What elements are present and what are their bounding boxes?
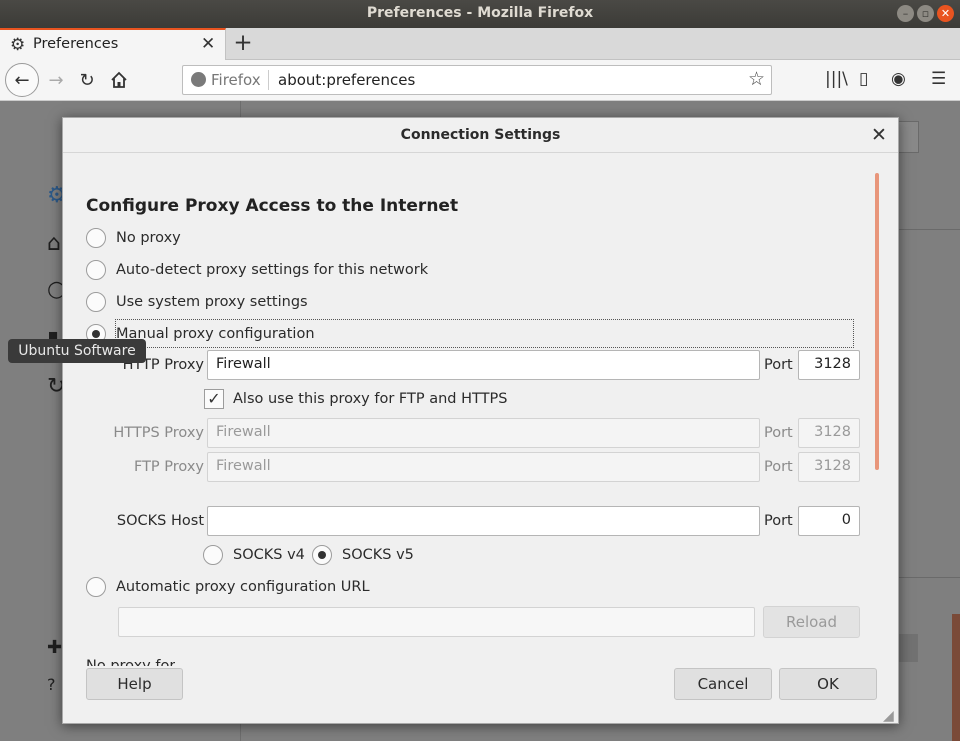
ftp-port-label: Port	[764, 459, 793, 475]
radio-label: Auto-detect proxy settings for this netw…	[116, 262, 429, 278]
socks-port-label: Port	[764, 513, 793, 529]
window-title: Preferences - Mozilla Firefox	[366, 5, 594, 21]
sidebar-icon[interactable]: ▯	[859, 69, 868, 89]
home-icon	[111, 71, 127, 88]
ftp-proxy-input[interactable]: Firewall	[207, 452, 760, 482]
socks-port-input[interactable]: 0	[798, 506, 860, 536]
radio-label: Automatic proxy configuration URL	[116, 579, 370, 595]
radio-button-selected[interactable]	[312, 545, 332, 565]
window-titlebar: Preferences - Mozilla Firefox – ▫ ✕	[0, 0, 960, 28]
extensions-icon: ✚	[47, 637, 63, 658]
radio-button[interactable]	[203, 545, 223, 565]
pac-url-input[interactable]	[118, 607, 755, 637]
new-tab-button[interactable]: +	[231, 29, 255, 57]
forward-button[interactable]: →	[40, 64, 72, 96]
tab-preferences[interactable]: ⚙ Preferences ✕	[0, 28, 226, 60]
http-proxy-input[interactable]: Firewall	[207, 350, 760, 380]
library-icon[interactable]: |||\	[825, 69, 848, 89]
https-proxy-label: HTTPS Proxy	[113, 425, 204, 441]
maximize-button[interactable]: ▫	[917, 5, 934, 22]
socks-host-input[interactable]	[207, 506, 760, 536]
tab-label: Preferences	[33, 36, 119, 52]
backdrop-block	[898, 634, 918, 662]
scrollbar-thumb[interactable]	[875, 173, 879, 470]
radio-label: Manual proxy configuration	[116, 326, 315, 342]
resize-grip-icon[interactable]: ◢	[883, 708, 894, 724]
https-proxy-input[interactable]: Firewall	[207, 418, 760, 448]
radio-auto-detect[interactable]: Auto-detect proxy settings for this netw…	[86, 259, 428, 281]
radio-no-proxy[interactable]: No proxy	[86, 227, 181, 249]
radio-button[interactable]	[86, 228, 106, 248]
minimize-button[interactable]: –	[897, 5, 914, 22]
checkmark-icon: ✓	[207, 389, 221, 408]
https-port-input[interactable]: 3128	[798, 418, 860, 448]
socks-host-label: SOCKS Host	[116, 513, 204, 529]
reload-icon: ↻	[79, 69, 95, 91]
http-port-label: Port	[764, 357, 793, 373]
ok-button[interactable]: OK	[779, 668, 877, 700]
ftp-port-input[interactable]: 3128	[798, 452, 860, 482]
back-button[interactable]: ←	[5, 63, 39, 97]
reload-button[interactable]: ↻	[71, 64, 103, 96]
help-button[interactable]: Help	[86, 668, 183, 700]
gear-icon: ⚙	[10, 35, 26, 55]
home-button[interactable]	[103, 64, 135, 96]
dialog-title: Connection Settings	[400, 127, 561, 143]
also-use-proxy-checkbox[interactable]: ✓	[204, 389, 224, 409]
close-window-button[interactable]: ✕	[937, 5, 954, 22]
tab-close-icon[interactable]: ✕	[201, 34, 215, 54]
tooltip: Ubuntu Software	[8, 339, 146, 363]
radio-label: Use system proxy settings	[116, 294, 308, 310]
radio-label: SOCKS v4	[233, 547, 305, 563]
navigation-toolbar: ← → ↻ Firefox about:preferences ☆ |||\ ▯…	[0, 60, 960, 101]
connection-settings-dialog: Connection Settings ✕ Configure Proxy Ac…	[62, 117, 899, 724]
home-icon: ⌂	[47, 231, 61, 256]
close-icon: ✕	[940, 7, 951, 20]
bookmark-star-icon[interactable]: ☆	[748, 68, 765, 90]
dialog-header: Connection Settings ✕	[63, 118, 898, 153]
plus-icon: +	[233, 30, 253, 56]
divider	[898, 229, 960, 230]
ftp-proxy-label: FTP Proxy	[133, 459, 204, 475]
reload-pac-button[interactable]: Reload	[763, 606, 860, 638]
radio-label: No proxy	[116, 230, 181, 246]
menu-icon[interactable]: ☰	[931, 69, 946, 89]
minimize-icon: –	[902, 7, 909, 20]
dialog-close-icon[interactable]: ✕	[871, 124, 887, 146]
arrow-right-icon: →	[48, 69, 64, 91]
url-separator	[268, 70, 269, 90]
radio-socks-v5[interactable]: SOCKS v5	[312, 544, 414, 566]
radio-socks-v4[interactable]: SOCKS v4	[203, 544, 305, 566]
radio-system-proxy[interactable]: Use system proxy settings	[86, 291, 308, 313]
url-text[interactable]: about:preferences	[278, 71, 415, 89]
maximize-icon: ▫	[921, 7, 930, 20]
also-use-proxy-label: Also use this proxy for FTP and HTTPS	[233, 391, 508, 407]
divider	[898, 577, 960, 578]
section-title: Configure Proxy Access to the Internet	[86, 196, 459, 216]
radio-button[interactable]	[86, 292, 106, 312]
radio-button[interactable]	[86, 260, 106, 280]
radio-button[interactable]	[86, 577, 106, 597]
url-bar[interactable]: Firefox about:preferences ☆	[182, 65, 772, 95]
https-port-label: Port	[764, 425, 793, 441]
tab-strip: ⚙ Preferences ✕ +	[0, 28, 960, 60]
help-icon: ?	[47, 675, 56, 694]
account-icon[interactable]: ◉	[891, 69, 906, 89]
arrow-left-icon: ←	[14, 69, 30, 91]
backdrop-accent	[952, 614, 960, 741]
radio-auto-proxy-url[interactable]: Automatic proxy configuration URL	[86, 576, 370, 598]
identity-label: Firefox	[211, 71, 261, 89]
http-port-input[interactable]: 3128	[798, 350, 860, 380]
radio-label: SOCKS v5	[342, 547, 414, 563]
firefox-icon	[191, 72, 206, 87]
cancel-button[interactable]: Cancel	[674, 668, 772, 700]
no-proxy-for-label: No proxy for	[86, 658, 176, 666]
